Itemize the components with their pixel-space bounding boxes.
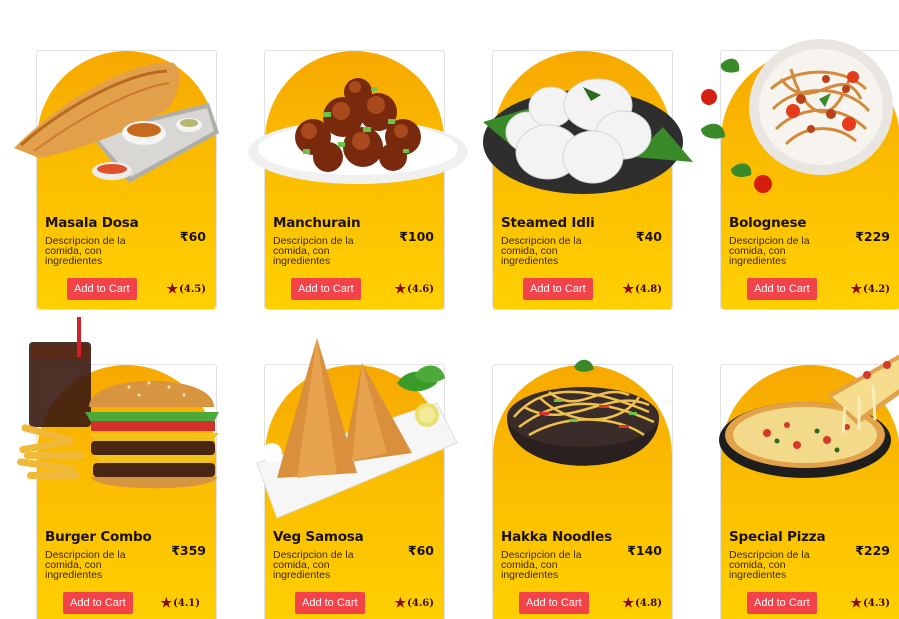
samosa-image — [256, 338, 458, 525]
food-card: Special Pizza ₹229 Descripcion de la com… — [719, 354, 899, 619]
add-to-cart-button[interactable]: Add to Cart — [67, 278, 137, 300]
rating-value: (4.1) — [173, 598, 200, 609]
add-to-cart-button[interactable]: Add to Cart — [523, 278, 593, 300]
food-description: Descripcion de la comida, con ingredient… — [729, 235, 810, 267]
food-price: ₹140 — [627, 543, 662, 558]
food-description: Descripcion de la comida, con ingredient… — [501, 235, 582, 267]
rating-value: (4.6) — [407, 284, 434, 295]
star-icon: ★ — [166, 281, 179, 297]
rating: ★ (4.8) — [622, 595, 662, 611]
add-to-cart-button[interactable]: Add to Cart — [747, 592, 817, 614]
food-name: Steamed Idli — [501, 215, 595, 231]
food-price: ₹100 — [399, 229, 434, 244]
food-name: Special Pizza — [729, 529, 826, 545]
food-description: Descripcion de la comida, con ingredient… — [45, 549, 126, 581]
bolognese-image — [701, 39, 899, 211]
food-price: ₹60 — [407, 543, 434, 558]
noodles-image — [493, 359, 674, 525]
rating: ★ (4.8) — [622, 281, 662, 297]
rating-value: (4.6) — [407, 598, 434, 609]
rating: ★ (4.2) — [850, 281, 890, 297]
food-name: Veg Samosa — [273, 529, 364, 545]
food-card: Steamed Idli ₹40 Descripcion de la comid… — [483, 50, 693, 310]
star-icon: ★ — [394, 595, 407, 611]
rating: ★ (4.3) — [850, 595, 890, 611]
manchurian-image — [248, 51, 468, 211]
food-description: Descripcion de la comida, con ingredient… — [273, 549, 354, 581]
food-card: Hakka Noodles ₹140 Descripcion de la com… — [492, 359, 674, 619]
food-card: Bolognese ₹229 Descripcion de la comida,… — [701, 39, 899, 310]
food-name: Bolognese — [729, 215, 807, 231]
food-name: Hakka Noodles — [501, 529, 612, 545]
food-price: ₹40 — [635, 229, 662, 244]
add-to-cart-button[interactable]: Add to Cart — [295, 592, 365, 614]
food-description: Descripcion de la comida, con ingredient… — [273, 235, 354, 267]
food-price: ₹229 — [855, 543, 890, 558]
star-icon: ★ — [850, 281, 863, 297]
rating-value: (4.8) — [635, 284, 662, 295]
food-card: Burger Combo ₹359 Descripcion de la comi… — [17, 317, 219, 619]
food-name: Burger Combo — [45, 529, 152, 545]
add-to-cart-button[interactable]: Add to Cart — [63, 592, 133, 614]
food-card: Manchurain ₹100 Descripcion de la comida… — [248, 50, 468, 310]
food-description: Descripcion de la comida, con ingredient… — [45, 235, 126, 267]
rating: ★ (4.6) — [394, 595, 434, 611]
masala-dosa-image — [14, 51, 219, 211]
food-card: Veg Samosa ₹60 Descripcion de la comida,… — [256, 338, 458, 619]
star-icon: ★ — [850, 595, 863, 611]
rating: ★ (4.1) — [160, 595, 200, 611]
star-icon: ★ — [160, 595, 173, 611]
pizza-image — [719, 354, 899, 525]
rating-value: (4.5) — [179, 284, 206, 295]
rating-value: (4.3) — [863, 598, 890, 609]
food-price: ₹60 — [179, 229, 206, 244]
add-to-cart-button[interactable]: Add to Cart — [291, 278, 361, 300]
food-card: Masala Dosa ₹60 Descripcion de la comida… — [14, 50, 219, 310]
rating-value: (4.2) — [863, 284, 890, 295]
rating: ★ (4.5) — [166, 281, 206, 297]
star-icon: ★ — [622, 281, 635, 297]
rating: ★ (4.6) — [394, 281, 434, 297]
star-icon: ★ — [622, 595, 635, 611]
food-name: Manchurain — [273, 215, 361, 231]
food-price: ₹229 — [855, 229, 890, 244]
add-to-cart-button[interactable]: Add to Cart — [519, 592, 589, 614]
rating-value: (4.8) — [635, 598, 662, 609]
menu-grid: Masala Dosa ₹60 Descripcion de la comida… — [14, 39, 899, 619]
star-icon: ★ — [394, 281, 407, 297]
food-description: Descripcion de la comida, con ingredient… — [501, 549, 582, 581]
food-price: ₹359 — [171, 543, 206, 558]
food-description: Descripcion de la comida, con ingredient… — [729, 549, 810, 581]
add-to-cart-button[interactable]: Add to Cart — [747, 278, 817, 300]
burger-combo-image — [17, 317, 219, 525]
idli-image — [483, 51, 693, 211]
food-name: Masala Dosa — [45, 215, 139, 231]
